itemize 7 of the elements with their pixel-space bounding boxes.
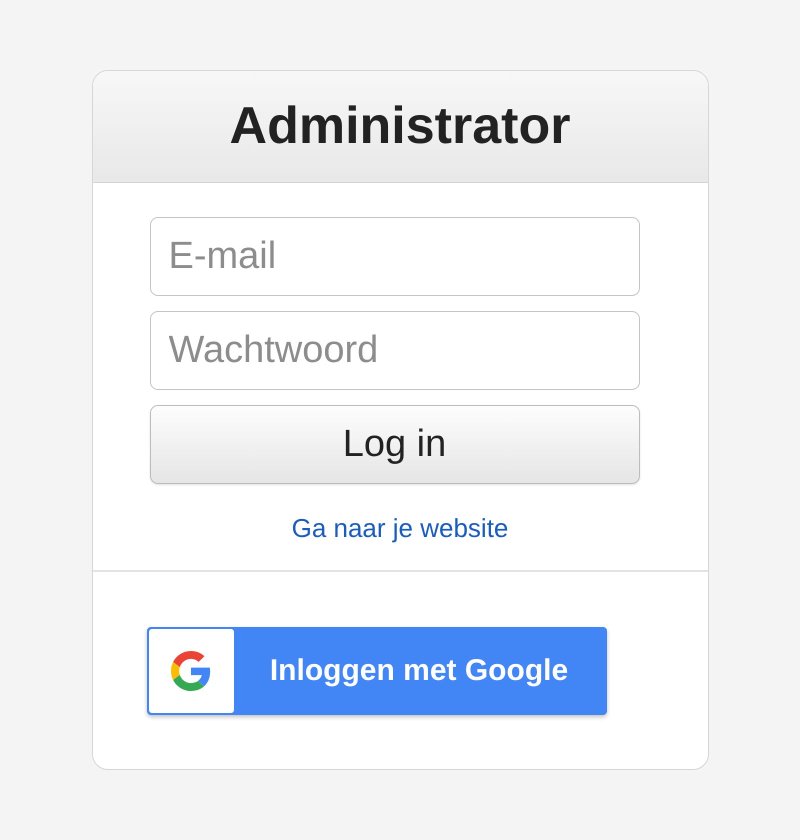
login-button[interactable]: Log in: [150, 405, 640, 484]
email-field[interactable]: E-mail: [150, 217, 640, 296]
password-field[interactable]: Wachtwoord: [150, 311, 640, 390]
google-sign-in-button[interactable]: Inloggen met Google: [146, 627, 606, 715]
website-link[interactable]: Ga naar je website: [292, 513, 508, 543]
card-title: Administrator: [230, 96, 570, 156]
g-logo-icon: [148, 629, 234, 713]
